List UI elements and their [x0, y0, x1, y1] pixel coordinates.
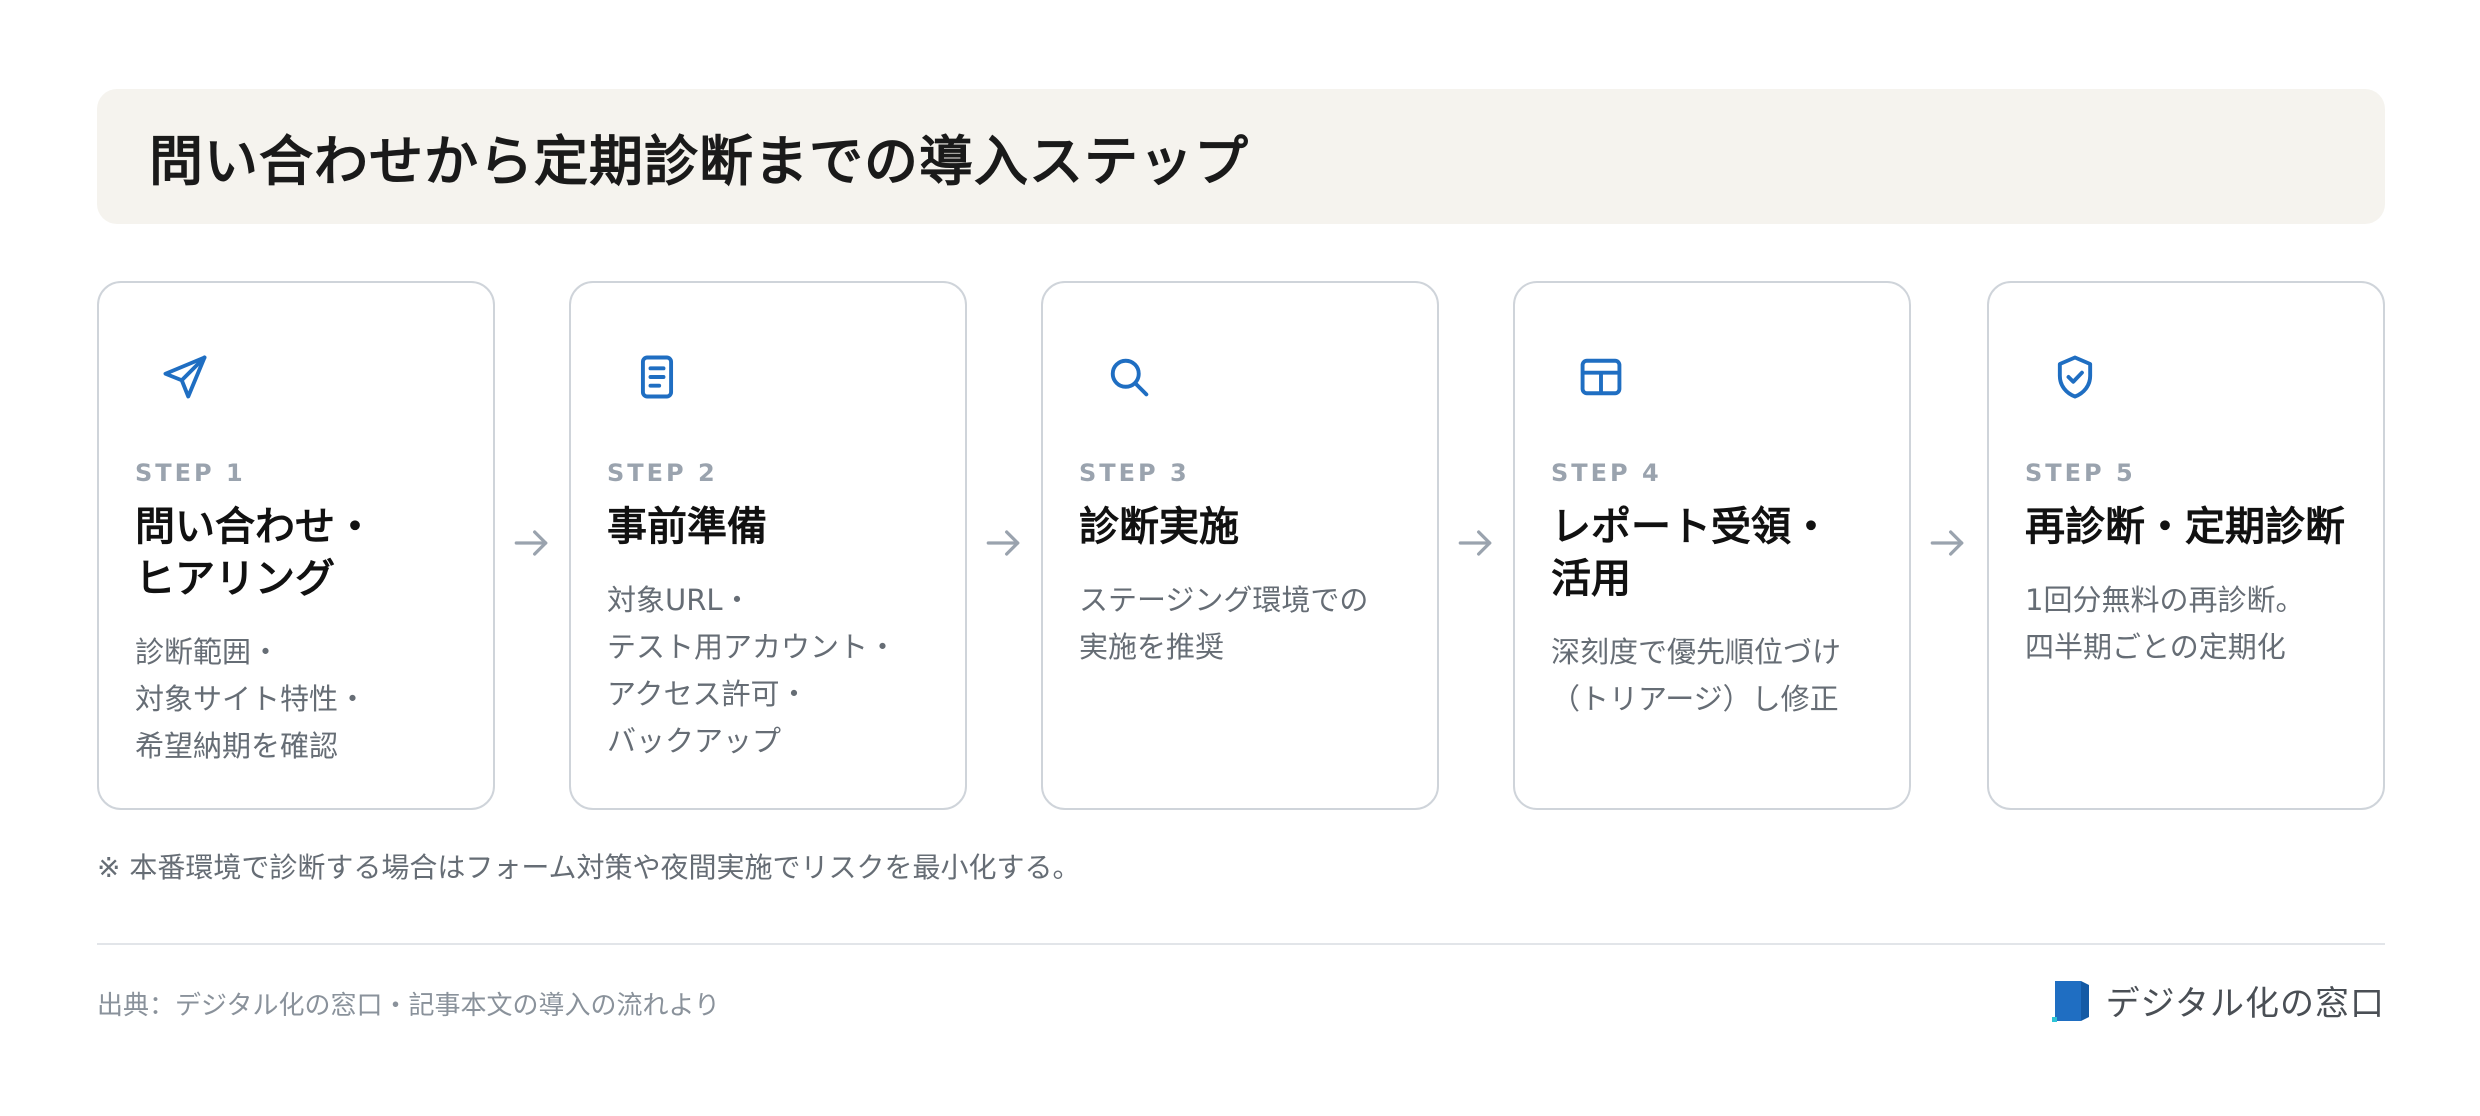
step-description: 診断範囲・ 対象サイト特性・ 希望納期を確認 — [135, 635, 368, 763]
step-number: STEP 4 — [1551, 459, 1662, 487]
arrow-right-icon — [1453, 521, 1497, 565]
step-flow: STEP 1 問い合わせ・ ヒアリング 診断範囲・ 対象サイト特性・ 希望納期を… — [97, 281, 2385, 810]
step-title: レポート受領・ 活用 — [1551, 504, 1831, 602]
arrow-right-icon — [981, 521, 1025, 565]
step-description: ステージング環境での 実施を推奨 — [1079, 583, 1369, 664]
arrow-right-icon — [1925, 521, 1969, 565]
brand-logo-icon — [2051, 980, 2089, 1022]
step-description: 対象URL・ テスト用アカウント・ アクセス許可・ バックアップ — [607, 583, 898, 758]
page-title: 問い合わせから定期診断までの導入ステップ — [149, 130, 1249, 193]
brand-mark: デジタル化の窓口 — [2051, 976, 2385, 1025]
step-title: 診断実施 — [1079, 504, 1239, 550]
caution-note: ※ 本番環境で診断する場合はフォーム対策や夜間実施でリスクを最小化する。 — [97, 851, 1081, 884]
title-banner: 問い合わせから定期診断までの導入ステップ — [97, 89, 2385, 224]
step-number: STEP 1 — [135, 459, 246, 487]
step-title: 事前準備 — [607, 504, 767, 550]
step-card-4: STEP 4 レポート受領・ 活用 深刻度で優先順位づけ （トリアージ）し修正 — [1513, 281, 1911, 810]
step-card-5: STEP 5 再診断・定期診断 1回分無料の再診断。 四半期ごとの定期化 — [1987, 281, 2385, 810]
arrow-right-icon — [509, 521, 553, 565]
step-title: 再診断・定期診断 — [2025, 504, 2345, 550]
source-credit: 出典：デジタル化の窓口・記事本文の導入の流れより — [97, 991, 720, 1021]
step-number: STEP 2 — [607, 459, 718, 487]
brand-name: デジタル化の窓口 — [2105, 984, 2385, 1024]
step-description: 深刻度で優先順位づけ （トリアージ）し修正 — [1551, 635, 1842, 716]
step-card-3: STEP 3 診断実施 ステージング環境での 実施を推奨 — [1041, 281, 1439, 810]
step-description: 1回分無料の再診断。 四半期ごとの定期化 — [2025, 583, 2305, 664]
shield-check-icon — [2049, 351, 2101, 403]
table-icon — [1575, 351, 1627, 403]
step-card-2: STEP 2 事前準備 対象URL・ テスト用アカウント・ アクセス許可・ バッ… — [569, 281, 967, 810]
search-icon — [1103, 351, 1155, 403]
footer-divider — [97, 943, 2385, 945]
step-title: 問い合わせ・ ヒアリング — [135, 504, 375, 602]
step-number: STEP 3 — [1079, 459, 1190, 487]
step-number: STEP 5 — [2025, 459, 2136, 487]
document-icon — [631, 351, 683, 403]
send-icon — [159, 351, 211, 403]
step-card-1: STEP 1 問い合わせ・ ヒアリング 診断範囲・ 対象サイト特性・ 希望納期を… — [97, 281, 495, 810]
